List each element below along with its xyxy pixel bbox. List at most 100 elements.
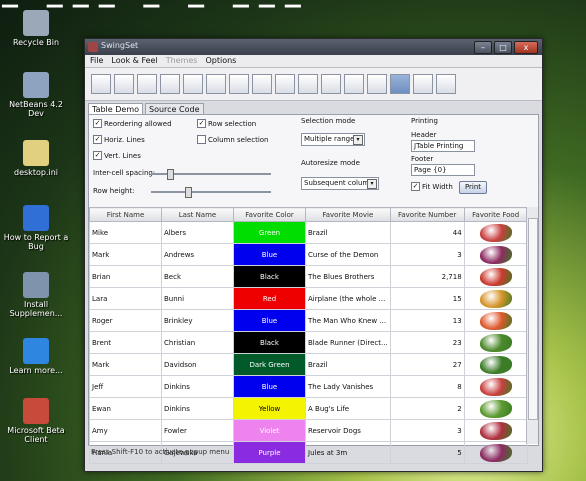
intercell-spacing-slider[interactable] bbox=[151, 169, 271, 180]
first-name-cell[interactable]: Lara bbox=[89, 287, 162, 310]
favorite-food-cell[interactable] bbox=[463, 331, 528, 354]
table-row[interactable]: Mike Albers Green Brazil 44 bbox=[89, 221, 528, 244]
html-icon[interactable] bbox=[206, 74, 226, 94]
favorite-food-cell[interactable] bbox=[463, 265, 528, 288]
desktop-icon[interactable]: Learn more... bbox=[2, 338, 70, 375]
column-header[interactable]: Last Name bbox=[161, 207, 234, 222]
first-name-cell[interactable]: Brian bbox=[89, 265, 162, 288]
table-row[interactable]: Mark Davidson Dark Green Brazil 27 bbox=[89, 353, 528, 376]
table-row[interactable]: Brent Christian Black Blade Runner (Direct.… bbox=[89, 331, 528, 354]
autoresize-mode-select[interactable]: Subsequent columns ▾ bbox=[301, 177, 379, 190]
favorite-movie-cell[interactable]: Blade Runner (Direct... bbox=[305, 331, 391, 354]
table-row[interactable]: Jeff Dinkins Blue The Lady Vanishes 8 bbox=[89, 375, 528, 398]
favorite-color-cell[interactable]: Red bbox=[233, 287, 306, 310]
list-icon[interactable] bbox=[229, 74, 249, 94]
favorite-color-cell[interactable]: Black bbox=[233, 265, 306, 288]
slider-knob[interactable] bbox=[185, 187, 192, 198]
favorite-color-cell[interactable]: Purple bbox=[233, 441, 306, 464]
footer-field[interactable]: Page {0} bbox=[411, 164, 475, 176]
first-name-cell[interactable]: Mark bbox=[89, 353, 162, 376]
desktop-icon[interactable]: desktop.ini bbox=[2, 140, 70, 177]
slider-icon[interactable] bbox=[321, 74, 341, 94]
favorite-color-cell[interactable]: Black bbox=[233, 331, 306, 354]
favorite-color-cell[interactable]: Violet bbox=[233, 419, 306, 442]
menu-themes[interactable]: Themes bbox=[166, 55, 198, 67]
desktop-icon[interactable]: How to Report a Bug bbox=[2, 205, 70, 251]
favorite-food-cell[interactable] bbox=[463, 441, 528, 464]
menu-look-and-feel[interactable]: Look & Feel bbox=[111, 55, 157, 67]
last-name-cell[interactable]: Brinkley bbox=[161, 309, 234, 332]
table-row[interactable]: Brian Beck Black The Blues Brothers 2,718 bbox=[89, 265, 528, 288]
table-row[interactable]: Lara Bunni Red Airplane (the whole ... 15 bbox=[89, 287, 528, 310]
scrollbar-thumb[interactable] bbox=[528, 218, 538, 420]
favorite-food-cell[interactable] bbox=[463, 375, 528, 398]
first-name-cell[interactable]: Ewan bbox=[89, 397, 162, 420]
desktop-icon[interactable]: Install Supplemen... bbox=[2, 272, 70, 318]
favorite-movie-cell[interactable]: Jules at 3m bbox=[305, 441, 391, 464]
favorite-movie-cell[interactable]: The Man Who Knew ... bbox=[305, 309, 391, 332]
maximize-button[interactable]: □ bbox=[494, 41, 512, 54]
favorite-color-cell[interactable]: Green bbox=[233, 221, 306, 244]
favorite-color-cell[interactable]: Blue bbox=[233, 375, 306, 398]
table-icon[interactable] bbox=[390, 74, 410, 94]
favorite-food-cell[interactable] bbox=[463, 221, 528, 244]
favorite-movie-cell[interactable]: The Lady Vanishes bbox=[305, 375, 391, 398]
last-name-cell[interactable]: Dinkins bbox=[161, 397, 234, 420]
title-bar[interactable]: SwingSet – □ x bbox=[85, 39, 542, 55]
first-name-cell[interactable]: Jeff bbox=[89, 375, 162, 398]
toolbar-icon[interactable] bbox=[413, 74, 433, 94]
last-name-cell[interactable]: Albers bbox=[161, 221, 234, 244]
slider-knob[interactable] bbox=[167, 169, 174, 180]
row-height-slider[interactable] bbox=[151, 187, 271, 198]
favorite-number-cell[interactable]: 15 bbox=[389, 287, 465, 310]
table-row[interactable]: Amy Fowler Violet Reservoir Dogs 3 bbox=[89, 419, 528, 442]
favorite-number-cell[interactable]: 3 bbox=[389, 419, 465, 442]
progress-bar-icon[interactable] bbox=[275, 74, 295, 94]
favorite-food-cell[interactable] bbox=[463, 243, 528, 266]
favorite-number-cell[interactable]: 27 bbox=[389, 353, 465, 376]
favorite-movie-cell[interactable]: Curse of the Demon bbox=[305, 243, 391, 266]
favorite-movie-cell[interactable]: Brazil bbox=[305, 353, 391, 376]
tree-icon[interactable] bbox=[436, 74, 456, 94]
horiz-lines-checkbox[interactable]: ✓ Horiz. Lines bbox=[93, 135, 145, 144]
file-chooser-icon[interactable] bbox=[183, 74, 203, 94]
favorite-color-cell[interactable]: Yellow bbox=[233, 397, 306, 420]
favorite-number-cell[interactable]: 5 bbox=[389, 441, 465, 464]
favorite-color-cell[interactable]: Blue bbox=[233, 309, 306, 332]
favorite-color-cell[interactable]: Dark Green bbox=[233, 353, 306, 376]
minimize-button[interactable]: – bbox=[474, 41, 492, 54]
first-name-cell[interactable]: Mike bbox=[89, 221, 162, 244]
column-header[interactable]: Favorite Color bbox=[233, 207, 306, 222]
last-name-cell[interactable]: Andrews bbox=[161, 243, 234, 266]
favorite-number-cell[interactable]: 44 bbox=[389, 221, 465, 244]
vert-lines-checkbox[interactable]: ✓ Vert. Lines bbox=[93, 151, 141, 160]
desktop-icon[interactable]: Microsoft Beta Client bbox=[2, 398, 70, 444]
desktop-icon[interactable]: Recycle Bin bbox=[2, 10, 70, 47]
last-name-cell[interactable]: Bunni bbox=[161, 287, 234, 310]
menu-file[interactable]: File bbox=[90, 55, 103, 67]
last-name-cell[interactable]: Fowler bbox=[161, 419, 234, 442]
internal-frame-icon[interactable] bbox=[91, 74, 111, 94]
color-chooser-icon[interactable] bbox=[137, 74, 157, 94]
favorite-number-cell[interactable]: 2,718 bbox=[389, 265, 465, 288]
close-button[interactable]: x bbox=[514, 41, 538, 54]
reordering-checkbox[interactable]: ✓ Reordering allowed bbox=[93, 119, 172, 128]
menu-options[interactable]: Options bbox=[205, 55, 236, 67]
print-button[interactable]: Print bbox=[459, 181, 487, 194]
first-name-cell[interactable]: Brent bbox=[89, 331, 162, 354]
last-name-cell[interactable]: Davidson bbox=[161, 353, 234, 376]
first-name-cell[interactable]: Amy bbox=[89, 419, 162, 442]
favorite-number-cell[interactable]: 2 bbox=[389, 397, 465, 420]
header-field[interactable]: JTable Printing bbox=[411, 140, 475, 152]
favorite-movie-cell[interactable]: Brazil bbox=[305, 221, 391, 244]
first-name-cell[interactable]: Mark bbox=[89, 243, 162, 266]
favorite-food-cell[interactable] bbox=[463, 419, 528, 442]
favorite-color-cell[interactable]: Blue bbox=[233, 243, 306, 266]
first-name-cell[interactable]: Roger bbox=[89, 309, 162, 332]
table-row[interactable]: Ewan Dinkins Yellow A Bug's Life 2 bbox=[89, 397, 528, 420]
column-header[interactable]: Favorite Movie bbox=[305, 207, 391, 222]
desktop-icon[interactable]: NetBeans 4.2 Dev bbox=[2, 72, 70, 118]
favorite-movie-cell[interactable]: Reservoir Dogs bbox=[305, 419, 391, 442]
table-row[interactable]: Mark Andrews Blue Curse of the Demon 3 bbox=[89, 243, 528, 266]
selection-mode-select[interactable]: Multiple ranges ▾ bbox=[301, 133, 365, 146]
